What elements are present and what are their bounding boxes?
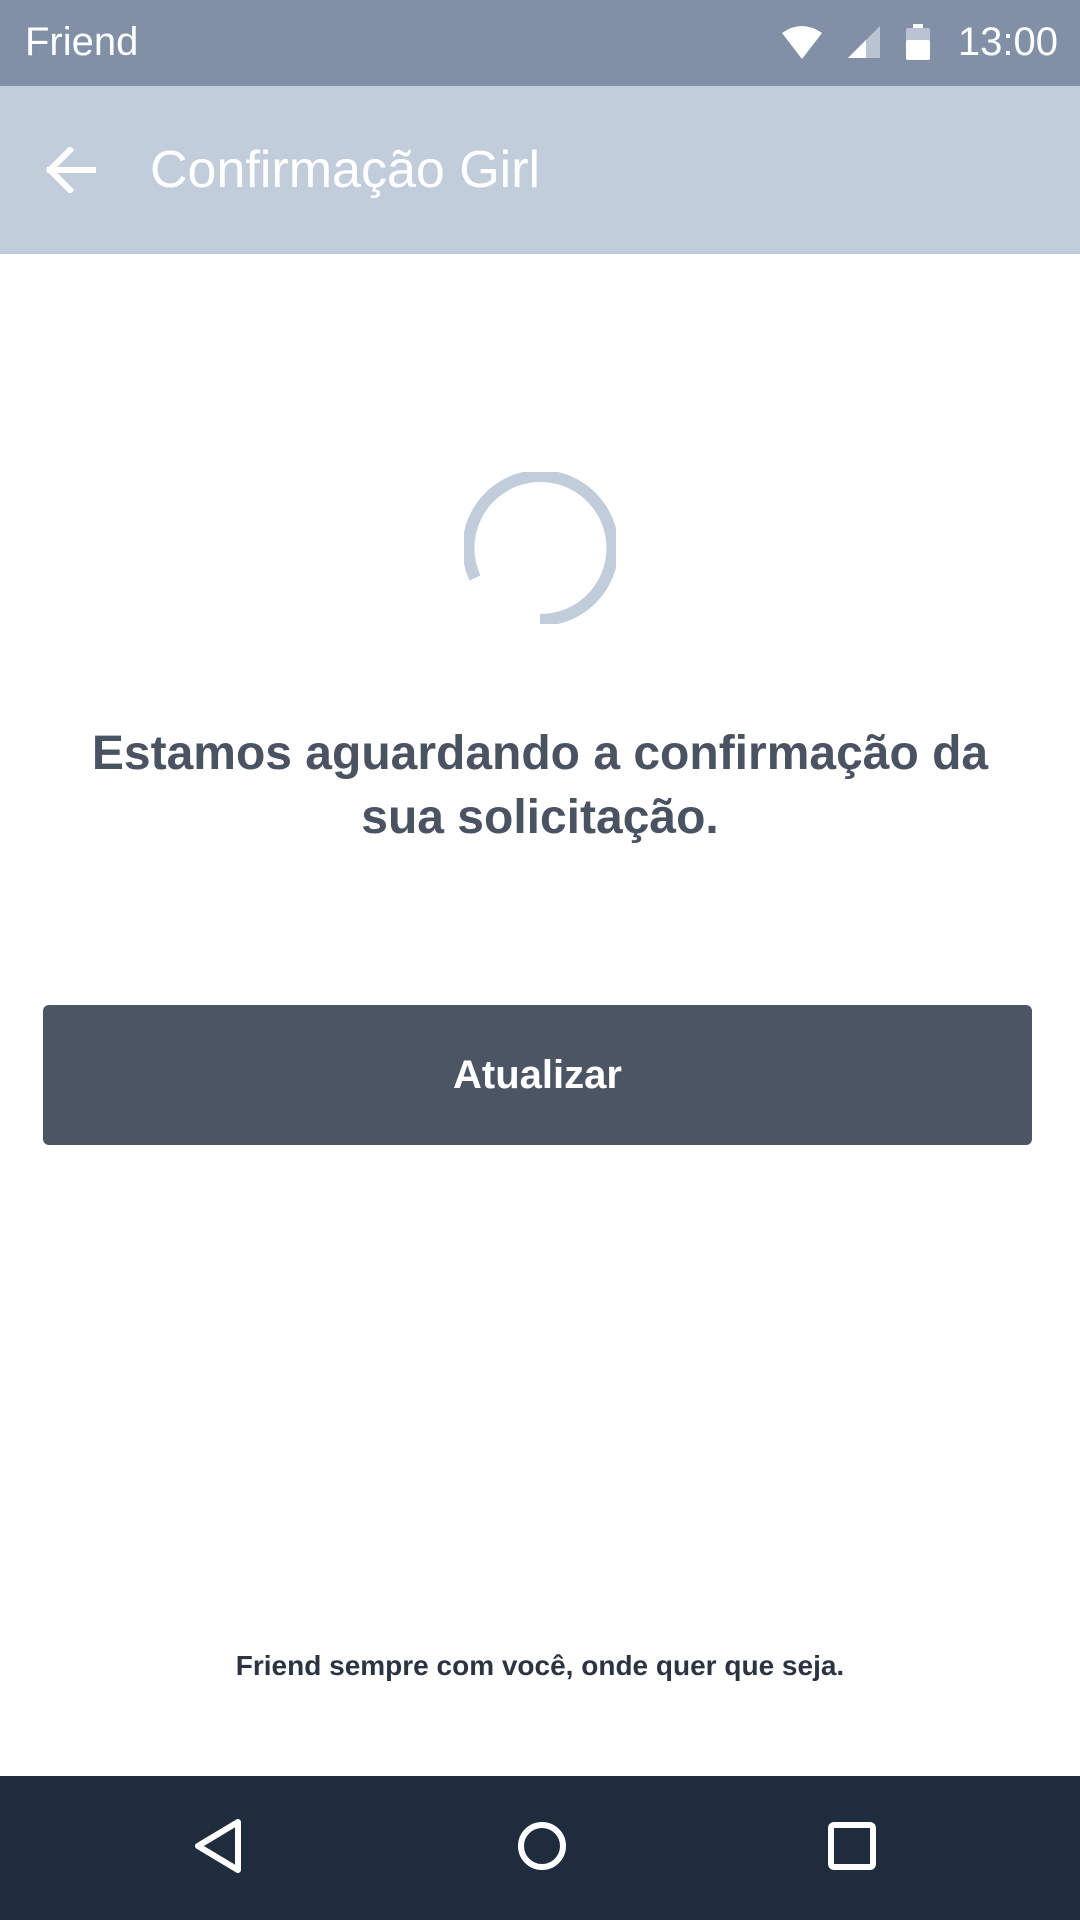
page-title: Confirmação Girl [150,141,541,199]
screen: Friend 13:00 Confirmação Girl Estamos ag… [0,0,1080,1920]
navigation-bar [0,1776,1080,1920]
waiting-message: Estamos aguardando a confirmação da sua … [91,727,989,844]
nav-back-button[interactable] [182,1812,254,1884]
status-icons [782,22,930,62]
loading-spinner [462,470,619,627]
carrier-name: Friend [25,20,139,64]
refresh-button[interactable]: Atualizar [43,1005,1032,1145]
nav-recent-icon [827,1821,877,1876]
wifi-icon [782,25,822,59]
status-bar: Friend 13:00 [0,0,1080,86]
battery-icon [906,24,930,60]
nav-back-icon [192,1818,244,1879]
nav-home-icon [516,1820,568,1877]
app-bar: Confirmação Girl [0,86,1080,254]
cell-signal-icon [848,26,880,58]
nav-home-button[interactable] [506,1812,578,1884]
back-button[interactable] [34,136,106,208]
footer-tagline: Friend sempre com você, onde quer que se… [235,1650,845,1681]
arrow-left-icon [44,145,97,198]
nav-recent-button[interactable] [816,1812,888,1884]
clock: 13:00 [957,20,1058,64]
